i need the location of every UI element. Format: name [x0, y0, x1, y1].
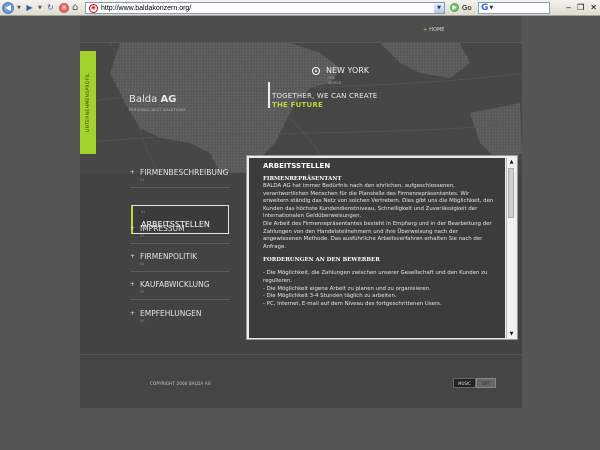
nav-divider	[130, 299, 230, 300]
nav-divider	[130, 187, 230, 188]
google-icon: G	[481, 3, 489, 13]
copyright-text: COPYRIGHT 2006 BALDA AG	[150, 381, 212, 386]
go-label: Go	[462, 3, 472, 12]
go-button[interactable]: ▶ Go	[450, 3, 472, 12]
home-link[interactable]: + HOME	[423, 27, 446, 33]
side-tag: UNTERNEHMENSPROFIL	[80, 51, 96, 154]
window-controls: ‒ ❐ ✕	[566, 3, 597, 12]
site-footer: COPYRIGHT 2006 BALDA AG MUSIC OFF	[80, 355, 522, 408]
music-off-button[interactable]: OFF	[475, 378, 496, 388]
section-heading: FIRMENREPRÄSENTANT	[263, 176, 342, 182]
list-item: - Die Möglichkeit, die Zahlungen zwische…	[263, 270, 488, 284]
forward-dropdown-icon[interactable]: ▼	[38, 5, 43, 11]
nav-item-firmenpolitik[interactable]: + FIRMENPOLITIK 04	[130, 252, 230, 278]
site-header-bar: + HOME	[80, 16, 522, 43]
scroll-thumb[interactable]	[508, 168, 514, 218]
nav-plus-icon: +	[130, 169, 136, 176]
nav-item-firmenbeschreibung[interactable]: + FIRMENBESCHREIBUNG 01	[130, 168, 230, 194]
home-bullet-icon: +	[423, 27, 428, 33]
website-canvas: + HOME UNTERNEHMENSPROFIL Balda AG PERSON…	[80, 16, 522, 408]
list-item: - Die Möglichkeit eigene Arbeit zu plane…	[263, 285, 431, 292]
content-scroll-area[interactable]: ARBEITSSTELLEN FIRMENREPRÄSENTANT BALDA …	[249, 158, 505, 338]
restore-icon[interactable]: ❐	[577, 3, 584, 12]
forward-icon[interactable]: ▶	[24, 2, 35, 13]
site-favicon-icon: ◉	[89, 3, 98, 13]
nav-item-empfehlungen[interactable]: + EMPFEHLUNGEN 06	[130, 309, 230, 335]
search-engine-dropdown-icon[interactable]: ▼	[489, 5, 493, 11]
location-marker-icon	[312, 67, 320, 75]
stop-icon[interactable]: ✕	[59, 2, 69, 13]
reload-icon[interactable]: ↻	[45, 2, 56, 13]
scrollbar[interactable]: ▲ ▼	[506, 158, 515, 338]
nav-divider	[130, 243, 230, 244]
nav-plus-icon: +	[130, 281, 136, 288]
nav-item-kaufabwicklung[interactable]: + KAUFABWICKLUNG 05	[130, 280, 230, 306]
brand-tagline: PERSONAL BEST SOLUTIONS	[129, 108, 186, 112]
url-text[interactable]: http://www.baldakonzern.org/	[101, 5, 191, 12]
music-toggle[interactable]: MUSIC OFF	[453, 378, 496, 388]
minimize-icon[interactable]: ‒	[566, 3, 571, 12]
url-dropdown-icon[interactable]: ▼	[434, 3, 444, 13]
location-sub2: WORLD	[328, 81, 342, 85]
back-dropdown-icon[interactable]: ▼	[17, 5, 22, 11]
back-icon[interactable]: ◀	[2, 1, 14, 14]
nav-plus-icon: +	[130, 253, 136, 260]
section-heading: FORDERUNGEN AN DEN BEWERBER	[263, 257, 380, 264]
go-arrow-icon: ▶	[450, 3, 459, 12]
section-paragraph: BALDA AG hat immer Bedürfnis nach den eh…	[263, 183, 494, 220]
nav-divider	[130, 271, 230, 272]
scroll-down-icon[interactable]: ▼	[507, 330, 516, 338]
address-bar[interactable]: ◉ http://www.baldakonzern.org/ ▼	[85, 2, 445, 14]
location-title: NEW YORK	[326, 66, 370, 75]
content-panel: ARBEITSSTELLEN FIRMENREPRÄSENTANT BALDA …	[246, 155, 518, 340]
list-item: - Die Möglichkeit 3-4 Stunden täglich zu…	[263, 293, 397, 300]
music-label[interactable]: MUSIC	[453, 378, 476, 388]
close-icon[interactable]: ✕	[590, 3, 597, 12]
search-box[interactable]: G ▼	[478, 2, 550, 14]
slogan-divider	[268, 82, 270, 108]
section-paragraph: Die Arbeit des Firmenrepräsentantes best…	[263, 220, 492, 250]
nav-item-impressum[interactable]: + IMPRESSUM 03	[130, 224, 230, 250]
panel-title: ARBEITSSTELLEN	[263, 162, 331, 170]
slogan-line2: THE FUTURE	[272, 101, 323, 109]
list-item: - PC, Internet, E-mail auf dem Niveau de…	[263, 300, 442, 307]
nav-plus-icon: +	[130, 310, 136, 317]
home-icon[interactable]: ⌂	[72, 2, 78, 13]
location-sub1: THE	[328, 76, 335, 80]
scroll-up-icon[interactable]: ▲	[507, 158, 516, 166]
nav-plus-icon: +	[130, 225, 136, 232]
brand-logo: Balda AG	[129, 94, 177, 105]
slogan-line1: TOGETHER, WE CAN CREATE	[272, 92, 378, 100]
